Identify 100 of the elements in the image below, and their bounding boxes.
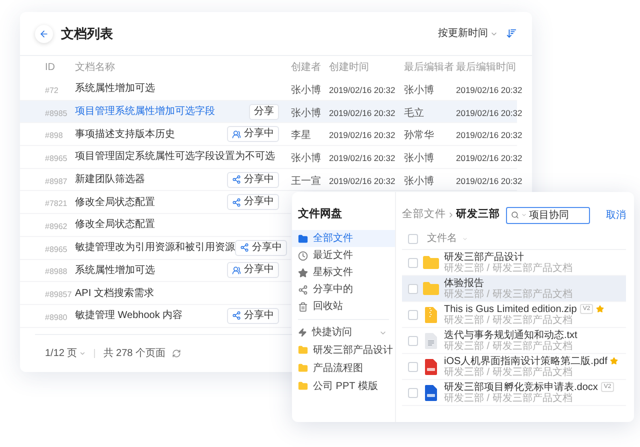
id-cell: #7821 <box>45 199 68 208</box>
sidebar-item[interactable]: 全部文件 <box>292 230 395 247</box>
table-row[interactable]: #8965 敏捷管理改为引用资源和被引用资源 分享中 <box>20 236 291 260</box>
file-row[interactable]: 体验报告 研发三部 / 研发三部产品文档 <box>402 276 626 302</box>
document-name[interactable]: 系统属性增加可选 <box>75 262 155 278</box>
refresh-icon[interactable] <box>172 349 180 358</box>
file-name[interactable]: 迭代与事务规划通知和动态.txt <box>444 330 578 340</box>
clock-icon <box>298 250 308 260</box>
arrow-left-icon <box>39 28 49 38</box>
file-path: 研发三部 / 研发三部产品文档 <box>444 288 572 300</box>
folder-icon <box>298 363 308 373</box>
date-cell: 2019/02/16 20:32 <box>456 152 522 163</box>
search-icon <box>511 211 519 219</box>
date-cell: 2019/02/16 20:32 <box>329 84 396 95</box>
folder-icon <box>298 234 308 244</box>
id-cell: #89857 <box>45 290 72 300</box>
column-header: ID <box>45 62 55 72</box>
document-name[interactable]: 新建团队筛选器 <box>75 172 145 188</box>
checkbox[interactable] <box>408 362 418 372</box>
file-path: 研发三部 / 研发三部产品文档 <box>444 366 574 378</box>
sidebar-item[interactable]: 回收站 <box>292 298 395 315</box>
share-button[interactable]: 分享 <box>249 104 279 120</box>
checkbox[interactable] <box>408 234 418 244</box>
date-cell: 2019/02/16 20:32 <box>329 152 396 163</box>
table-row[interactable]: #89857 API 文档搜索需求 <box>20 282 291 305</box>
editor-cell: 孙常华 <box>404 130 434 142</box>
sort-dropdown[interactable]: 按更新时间 <box>438 26 498 41</box>
sidebar-item[interactable]: 星标文件 <box>292 264 395 281</box>
document-name[interactable]: 敏捷管理改为引用资源和被引用资源 <box>75 240 235 256</box>
quick-access-folder[interactable]: 公司 PPT 模版 <box>292 377 395 395</box>
table-row[interactable]: #8988 系统属性增加可选 分享中 <box>20 260 291 282</box>
search-field[interactable]: 项目协同 <box>506 206 590 224</box>
search-input[interactable]: 项目协同 <box>529 208 585 222</box>
file-name[interactable]: iOS人机界面指南设计策略第二版.pdf <box>444 356 608 366</box>
trash-icon <box>298 302 308 312</box>
file-row[interactable]: 迭代与事务规划通知和动态.txt 研发三部 / 研发三部产品文档 <box>402 328 626 354</box>
caret-icon <box>79 350 86 357</box>
column-header: 最后编辑者 <box>404 62 454 72</box>
document-name[interactable]: API 文档搜索需求 <box>75 286 154 301</box>
checkbox[interactable] <box>408 310 418 320</box>
id-cell: #72 <box>45 86 58 95</box>
back-button[interactable] <box>35 24 53 42</box>
share-button[interactable]: 分享中 <box>235 240 287 256</box>
document-file-icon <box>425 384 437 400</box>
file-path: 研发三部 / 研发三部产品文档 <box>444 392 574 404</box>
share-button[interactable]: 分享中 <box>227 172 279 188</box>
quick-access-folder[interactable]: 产品流程图 <box>292 359 395 377</box>
date-cell: 2019/02/16 20:32 <box>329 176 396 186</box>
page-count: 共 278 个页面 <box>103 346 166 361</box>
share-button[interactable]: 分享中 <box>227 126 279 142</box>
document-name[interactable]: 修改全局状态配置 <box>75 217 155 232</box>
id-cell: #898 <box>45 131 63 140</box>
file-path: 研发三部 / 研发三部产品文档 <box>444 340 574 352</box>
editor-cell: 毛立 <box>404 108 424 119</box>
column-header: 文档名称 <box>75 62 115 72</box>
column-header: 最后编辑时间 <box>456 62 516 72</box>
checkbox[interactable] <box>408 388 418 398</box>
id-cell: #8988 <box>45 267 68 276</box>
document-name[interactable]: 敏捷管理 Webhook 内容 <box>75 308 183 324</box>
date-cell: 2019/02/16 20:32 <box>456 84 522 95</box>
editor-cell: 张小博 <box>404 152 434 164</box>
creator-cell: 张小博 <box>291 108 321 119</box>
table-row[interactable]: #8962 修改全局状态配置 <box>20 214 291 237</box>
folder-icon <box>298 381 308 391</box>
document-name[interactable]: 事项描述支持版本历史 <box>75 126 175 142</box>
document-name[interactable]: 修改全局状态配置 <box>75 194 155 210</box>
document-name[interactable]: 项目管理系统属性增加可选字段 <box>75 104 215 120</box>
lightning-icon <box>298 328 307 337</box>
id-cell: #8985 <box>45 108 68 118</box>
document-name[interactable]: 系统属性增加可选 <box>75 81 155 96</box>
share-button[interactable]: 分享中 <box>227 262 279 278</box>
quick-access-header[interactable]: 快捷访问 <box>292 324 395 341</box>
share-icon <box>240 243 249 252</box>
sidebar-item[interactable]: 分享中的 <box>292 281 395 298</box>
sidebar-item[interactable]: 最近文件 <box>292 247 395 264</box>
table-row[interactable]: #7821 修改全局状态配置 分享中 <box>20 191 291 214</box>
quick-access-folder[interactable]: 研发三部产品设计 <box>292 341 395 359</box>
file-name[interactable]: 研发三部项目孵化竞标申请表.docx <box>444 382 598 392</box>
file-name[interactable]: This is Gus Limited edition.zip <box>444 304 577 314</box>
share-button[interactable]: 分享中 <box>227 308 279 324</box>
checkbox[interactable] <box>408 284 418 294</box>
pdf-file-icon <box>425 358 437 374</box>
checkbox[interactable] <box>408 258 418 268</box>
users-icon <box>232 266 241 275</box>
file-row[interactable]: iOS人机界面指南设计策略第二版.pdf 研发三部 / 研发三部产品文档 <box>402 354 626 380</box>
file-name[interactable]: 体验报告 <box>444 278 484 288</box>
page-dropdown[interactable]: 1/12 页 <box>45 346 86 361</box>
page-title: 文档列表 <box>61 24 113 43</box>
table-row[interactable]: #8980 敏捷管理 Webhook 内容 分享中 <box>20 304 291 328</box>
breadcrumb-item[interactable]: 全部文件 <box>402 207 446 223</box>
creator-cell: 张小博 <box>291 152 321 164</box>
share-button[interactable]: 分享中 <box>227 194 279 210</box>
column-header: 文件名 <box>427 232 457 246</box>
file-row[interactable]: 研发三部产品设计 研发三部 / 研发三部产品文档 <box>402 250 626 276</box>
document-name[interactable]: 项目管理固定系统属性可选字段设置为不可选 <box>75 149 275 164</box>
checkbox[interactable] <box>408 336 418 346</box>
file-name[interactable]: 研发三部产品设计 <box>444 252 524 262</box>
cancel-link[interactable]: 取消 <box>606 208 626 222</box>
star-icon <box>298 268 308 278</box>
sort-order-icon[interactable] <box>506 28 517 39</box>
